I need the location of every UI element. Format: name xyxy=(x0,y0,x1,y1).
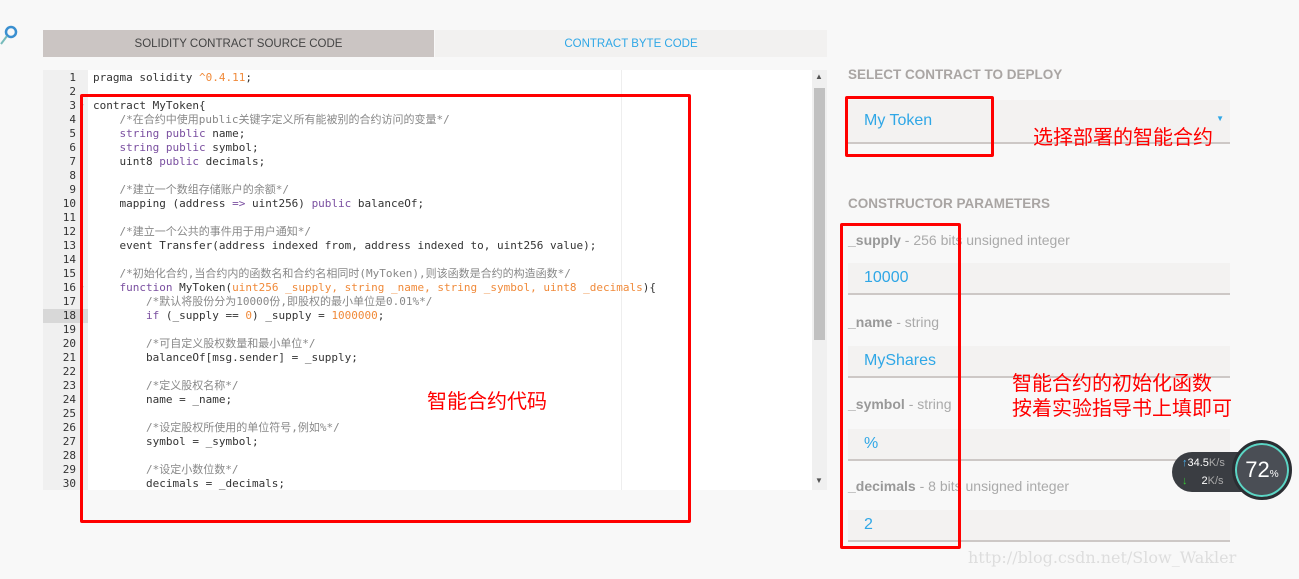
tab-solidity-source[interactable]: SOLIDITY CONTRACT SOURCE CODE xyxy=(43,30,434,57)
app-key-icon xyxy=(0,24,18,46)
annotation-box-select xyxy=(845,96,994,157)
code-token: ; xyxy=(245,71,252,84)
annotation-box-code xyxy=(80,94,691,523)
dropdown-arrow-icon[interactable]: ▼ xyxy=(1216,114,1224,123)
scroll-up-icon[interactable]: ▲ xyxy=(815,72,823,81)
scroll-down-icon[interactable]: ▼ xyxy=(815,476,823,485)
tab-byte-code[interactable]: CONTRACT BYTE CODE xyxy=(435,30,827,57)
upload-speed: 34.5 xyxy=(1187,457,1209,469)
watermark: http://blog.csdn.net/Slow_Wakler xyxy=(968,548,1237,567)
download-arrow-icon: ↓ xyxy=(1182,475,1188,487)
annotation-box-params xyxy=(840,223,961,549)
usage-percent-sign: % xyxy=(1269,468,1279,480)
download-unit: K/s xyxy=(1207,475,1224,487)
select-contract-heading: SELECT CONTRACT TO DEPLOY xyxy=(848,67,1063,82)
upload-unit: K/s xyxy=(1208,457,1225,469)
code-token: pragma solidity xyxy=(93,71,199,84)
line-number: 1 xyxy=(69,71,76,84)
usage-gauge[interactable]: 72% xyxy=(1232,440,1292,500)
annotation-params-label-2: 按着实验指导书上填即可 xyxy=(1012,396,1232,420)
code-line: pragma solidity ^0.4.11; xyxy=(93,71,252,85)
usage-percent: 72 xyxy=(1245,457,1270,482)
code-token: ^0.4.11 xyxy=(198,71,246,84)
constructor-params-heading: CONSTRUCTOR PARAMETERS xyxy=(848,196,1051,211)
annotation-select-label: 选择部署的智能合约 xyxy=(1033,125,1213,149)
editor-scrollbar[interactable]: ▲ ▼ xyxy=(812,70,827,490)
annotation-code-label: 智能合约代码 xyxy=(427,389,547,413)
scrollbar-thumb[interactable] xyxy=(814,88,825,340)
